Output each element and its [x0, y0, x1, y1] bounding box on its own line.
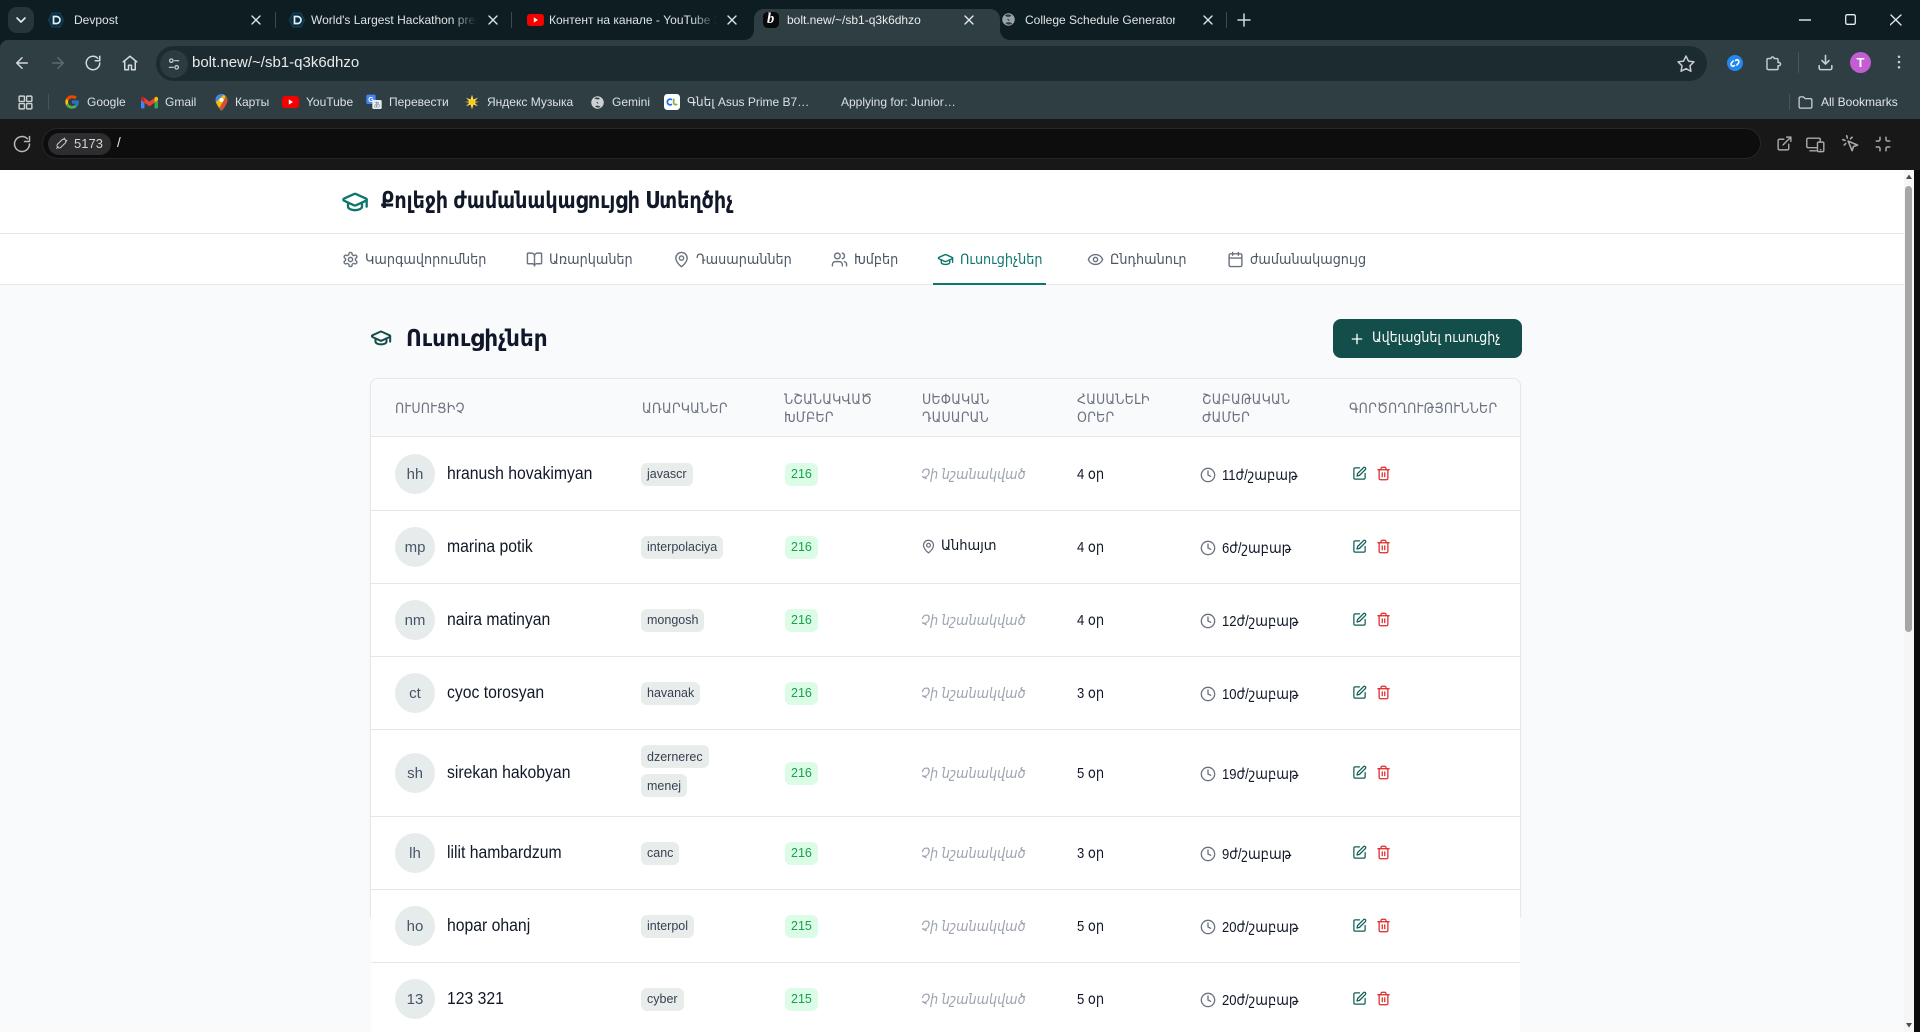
svg-text:あ: あ	[374, 101, 381, 109]
